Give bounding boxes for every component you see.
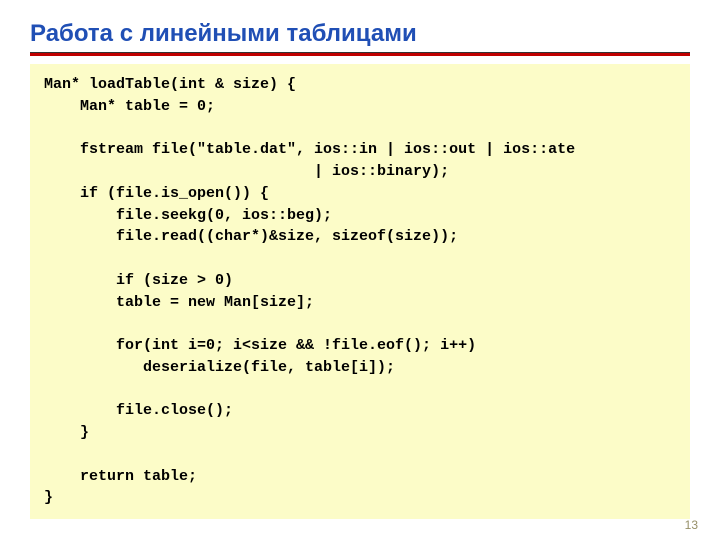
code-block: Man* loadTable(int & size) { Man* table … [30,64,690,519]
title-divider [30,52,690,56]
slide-title: Работа с линейными таблицами [30,20,690,48]
page-number: 13 [685,518,698,532]
